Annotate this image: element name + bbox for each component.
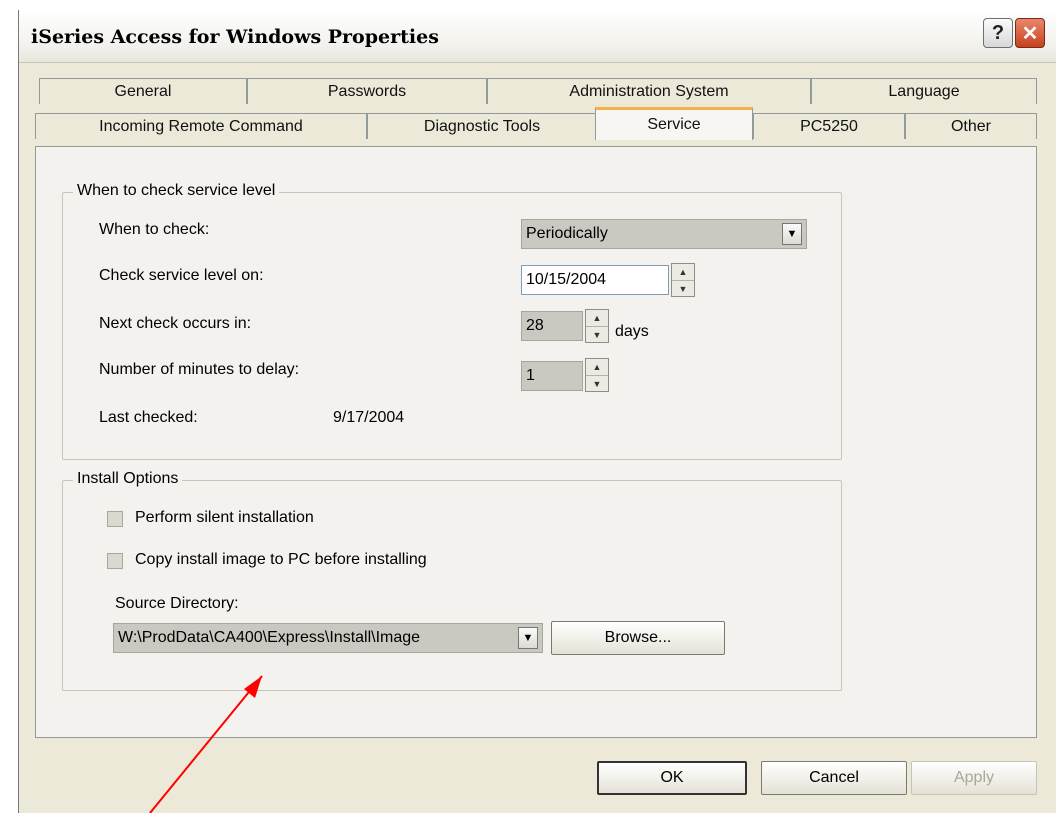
annotation-arrow-line <box>149 675 263 813</box>
tab-incoming-remote-command[interactable]: Incoming Remote Command <box>35 113 367 139</box>
tab-pc5250[interactable]: PC5250 <box>753 113 905 139</box>
tab-diagnostic-tools[interactable]: Diagnostic Tools <box>367 113 597 139</box>
tab-other[interactable]: Other <box>905 113 1037 139</box>
tab-service[interactable]: Service <box>595 107 753 140</box>
